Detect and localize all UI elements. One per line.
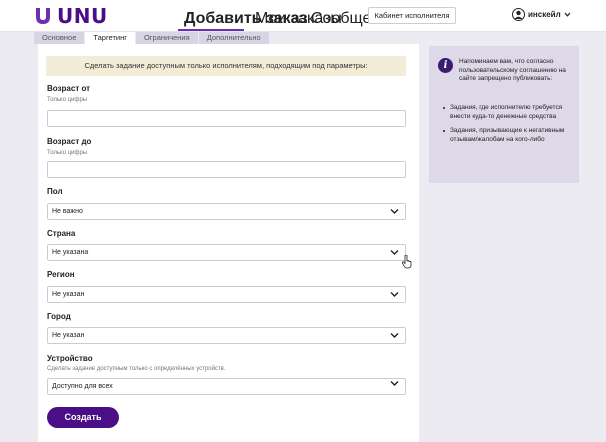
top-header: UNU Добавить заказ Мои заказы Сообщения … [0, 0, 606, 32]
chevron-down-icon [390, 381, 399, 386]
form-tabs: Основное Таргетинг Ограничения Дополните… [34, 32, 270, 44]
list-item: Задания, где исполнителю требуется внест… [443, 104, 573, 121]
device-hint: Сделать задание доступным только с опред… [47, 366, 226, 372]
chevron-down-icon [390, 333, 399, 338]
device-select[interactable]: Доступно для всех [47, 378, 406, 395]
targeting-notice: Сделать задание доступным только исполни… [46, 56, 406, 76]
chevron-down-icon [564, 12, 571, 17]
age-to-label: Возраст до [47, 137, 92, 146]
city-label: Город [47, 312, 71, 321]
logo[interactable]: UNU [34, 5, 108, 27]
user-name: инскейл [528, 10, 561, 19]
rules-reminder: i Напоминаем вам, что согласно пользоват… [429, 46, 579, 183]
nav-active-underline [178, 29, 244, 31]
hand-cursor-icon [402, 255, 412, 269]
country-label: Страна [47, 229, 76, 238]
tab-additional[interactable]: Дополнительно [198, 32, 270, 44]
age-from-input[interactable] [47, 110, 406, 127]
rules-intro: Напоминаем вам, что согласно пользовател… [459, 58, 566, 82]
user-menu[interactable]: инскейл [512, 8, 571, 21]
age-from-hint: Только цифры [47, 97, 88, 103]
info-icon: i [438, 58, 453, 73]
gender-label: Пол [47, 187, 63, 196]
chevron-down-icon [390, 209, 399, 214]
device-value: Доступно для всех [52, 383, 113, 390]
region-value: Не указан [52, 291, 85, 298]
chevron-down-icon [390, 250, 399, 255]
avatar-icon [512, 8, 525, 21]
city-value: Не указан [52, 332, 85, 339]
chevron-down-icon [390, 292, 399, 297]
logo-text: UNU [57, 4, 108, 28]
age-to-hint: Только цифры [47, 150, 88, 156]
device-label: Устройство [47, 354, 93, 363]
create-button[interactable]: Создать [47, 407, 119, 428]
country-select[interactable]: Не указана [47, 244, 406, 261]
logo-mark-icon [36, 8, 50, 24]
region-select[interactable]: Не указан [47, 286, 406, 303]
city-select[interactable]: Не указан [47, 327, 406, 344]
tab-basic[interactable]: Основное [34, 32, 86, 44]
age-to-input[interactable] [47, 161, 406, 178]
country-value: Не указана [52, 249, 89, 256]
gender-value: Не важно [52, 208, 83, 215]
tab-restrictions[interactable]: Ограничения [135, 32, 199, 44]
gender-select[interactable]: Не важно [47, 203, 406, 220]
list-item: Задания, призывающие к негативным отзыва… [443, 127, 573, 144]
targeting-form: Сделать задание доступным только исполни… [38, 44, 419, 442]
executor-cabinet-button[interactable]: Кабинет исполнителя [368, 7, 456, 24]
age-from-label: Возраст от [47, 84, 91, 93]
rules-list: Задания, где исполнителю требуется внест… [443, 104, 573, 150]
region-label: Регион [47, 270, 75, 279]
tab-targeting[interactable]: Таргетинг [85, 32, 136, 44]
